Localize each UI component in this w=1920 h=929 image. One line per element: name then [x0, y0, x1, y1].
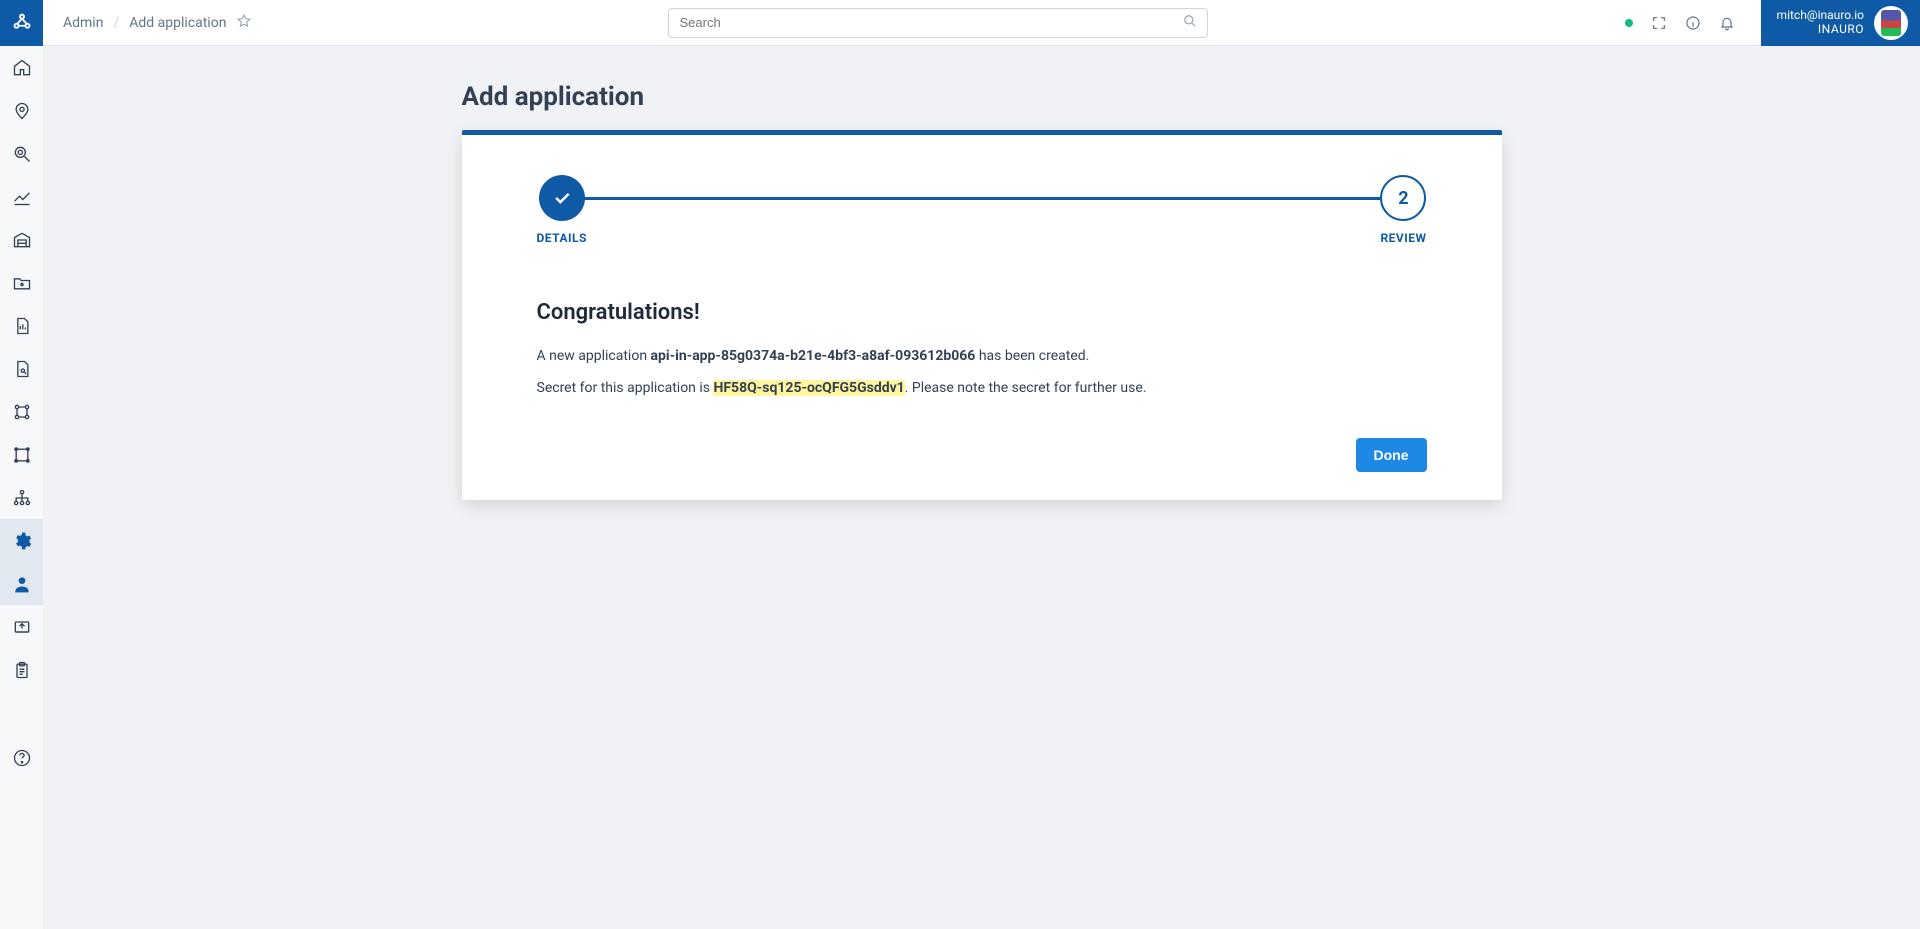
search-input[interactable]	[679, 15, 1183, 30]
sidebar	[0, 0, 43, 929]
sidebar-item-home[interactable]	[0, 46, 43, 89]
breadcrumb-current: Add application	[129, 15, 226, 31]
wizard-card: DETAILS 2 REVIEW Congratulations! A new …	[462, 130, 1502, 500]
sidebar-item-help[interactable]	[0, 736, 43, 779]
stepper: DETAILS 2 REVIEW	[537, 175, 1427, 245]
done-button[interactable]: Done	[1356, 438, 1427, 472]
info-icon[interactable]	[1685, 15, 1701, 31]
text: has been created.	[975, 348, 1089, 364]
app-secret: HF58Q-sq125-ocQFG5Gsddv1	[713, 380, 904, 396]
sidebar-item-location[interactable]	[0, 89, 43, 132]
sidebar-item-analytics[interactable]	[0, 175, 43, 218]
sidebar-item-topology[interactable]	[0, 433, 43, 476]
sidebar-item-document[interactable]	[0, 347, 43, 390]
breadcrumb-sep: /	[113, 15, 119, 31]
step-connector	[583, 197, 1381, 200]
text: Secret for this application is	[537, 380, 714, 396]
text: . Please note the secret for further use…	[905, 380, 1147, 396]
app-logo[interactable]	[0, 0, 43, 46]
app-id: api-in-app-85g0374a-b21e-4bf3-a8af-09361…	[651, 348, 976, 364]
favorite-star-icon[interactable]	[236, 13, 252, 33]
search-icon	[1183, 14, 1197, 32]
sidebar-item-settings[interactable]	[0, 519, 43, 562]
breadcrumb: Admin / Add application	[63, 13, 252, 33]
result-heading: Congratulations!	[537, 300, 1427, 325]
bell-icon[interactable]	[1719, 15, 1735, 31]
page-title: Add application	[462, 82, 1502, 112]
step-review[interactable]: 2 REVIEW	[1380, 175, 1426, 245]
step-check-icon	[539, 175, 585, 221]
result-line2: Secret for this application is HF58Q-sq1…	[537, 379, 1427, 399]
sidebar-item-network[interactable]	[0, 390, 43, 433]
search-box[interactable]	[668, 8, 1208, 38]
step-label: REVIEW	[1380, 231, 1426, 245]
user-block[interactable]: mitch@inauro.io INAURO	[1761, 0, 1920, 46]
avatar[interactable]	[1874, 6, 1908, 40]
user-org: INAURO	[1777, 23, 1864, 37]
sidebar-item-user[interactable]	[0, 562, 43, 605]
sidebar-item-upload[interactable]	[0, 605, 43, 648]
step-number: 2	[1380, 175, 1426, 221]
sidebar-item-warehouse[interactable]	[0, 218, 43, 261]
fullscreen-icon[interactable]	[1651, 15, 1667, 31]
step-label: DETAILS	[537, 231, 587, 245]
topbar: Admin / Add application	[43, 0, 1920, 46]
sidebar-item-report[interactable]	[0, 304, 43, 347]
sidebar-item-search[interactable]	[0, 132, 43, 175]
sidebar-item-clipboard[interactable]	[0, 648, 43, 691]
user-email: mitch@inauro.io	[1777, 9, 1864, 23]
result-line1: A new application api-in-app-85g0374a-b2…	[537, 347, 1427, 367]
sidebar-item-org[interactable]	[0, 476, 43, 519]
text: A new application	[537, 348, 651, 364]
step-details[interactable]: DETAILS	[537, 175, 587, 245]
sidebar-item-folder[interactable]	[0, 261, 43, 304]
status-dot	[1625, 19, 1633, 27]
breadcrumb-root[interactable]: Admin	[63, 15, 103, 31]
